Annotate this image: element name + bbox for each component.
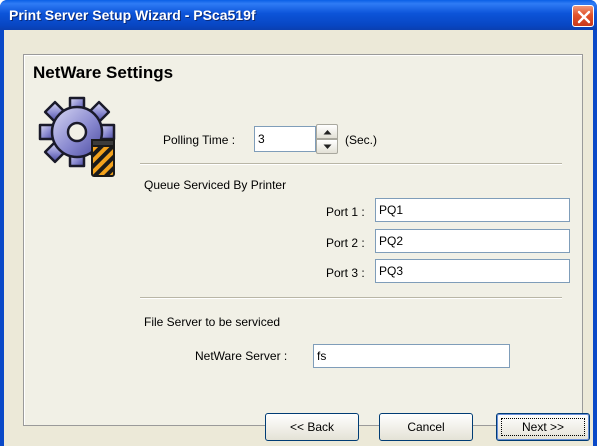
polling-time-spinner[interactable] bbox=[316, 124, 338, 154]
port-2-input[interactable] bbox=[375, 229, 570, 253]
section-divider bbox=[140, 297, 562, 299]
port-1-input[interactable] bbox=[375, 198, 570, 222]
cancel-button[interactable]: Cancel bbox=[379, 413, 473, 441]
polling-time-input[interactable] bbox=[254, 126, 316, 152]
back-button[interactable]: << Back bbox=[265, 413, 359, 441]
netware-server-label: NetWare Server : bbox=[195, 349, 288, 363]
port-2-label: Port 2 : bbox=[326, 236, 365, 250]
close-icon bbox=[577, 10, 591, 24]
back-button-label: << Back bbox=[289, 420, 335, 434]
next-button[interactable]: Next >> bbox=[496, 413, 590, 441]
next-button-label: Next >> bbox=[521, 420, 565, 434]
gear-settings-icon bbox=[38, 96, 116, 177]
polling-time-unit: (Sec.) bbox=[345, 133, 378, 147]
close-button[interactable] bbox=[572, 5, 594, 27]
queue-section-label: Queue Serviced By Printer bbox=[144, 178, 287, 192]
port-1-label: Port 1 : bbox=[326, 205, 365, 219]
spin-down-button[interactable] bbox=[316, 139, 338, 154]
title-bar[interactable]: Print Server Setup Wizard - PSca519f bbox=[0, 0, 597, 30]
arrow-up-icon bbox=[323, 130, 332, 135]
netware-server-input[interactable] bbox=[313, 344, 510, 368]
arrow-down-icon bbox=[323, 144, 332, 149]
page-title: NetWare Settings bbox=[33, 63, 174, 82]
section-divider bbox=[140, 163, 562, 165]
port-3-label: Port 3 : bbox=[326, 266, 365, 280]
port-3-input[interactable] bbox=[375, 259, 570, 283]
cancel-button-label: Cancel bbox=[407, 420, 445, 434]
file-server-section-label: File Server to be serviced bbox=[144, 315, 281, 329]
window-title: Print Server Setup Wizard - PSca519f bbox=[9, 7, 256, 23]
polling-time-label: Polling Time : bbox=[163, 133, 236, 147]
spin-up-button[interactable] bbox=[316, 124, 338, 139]
